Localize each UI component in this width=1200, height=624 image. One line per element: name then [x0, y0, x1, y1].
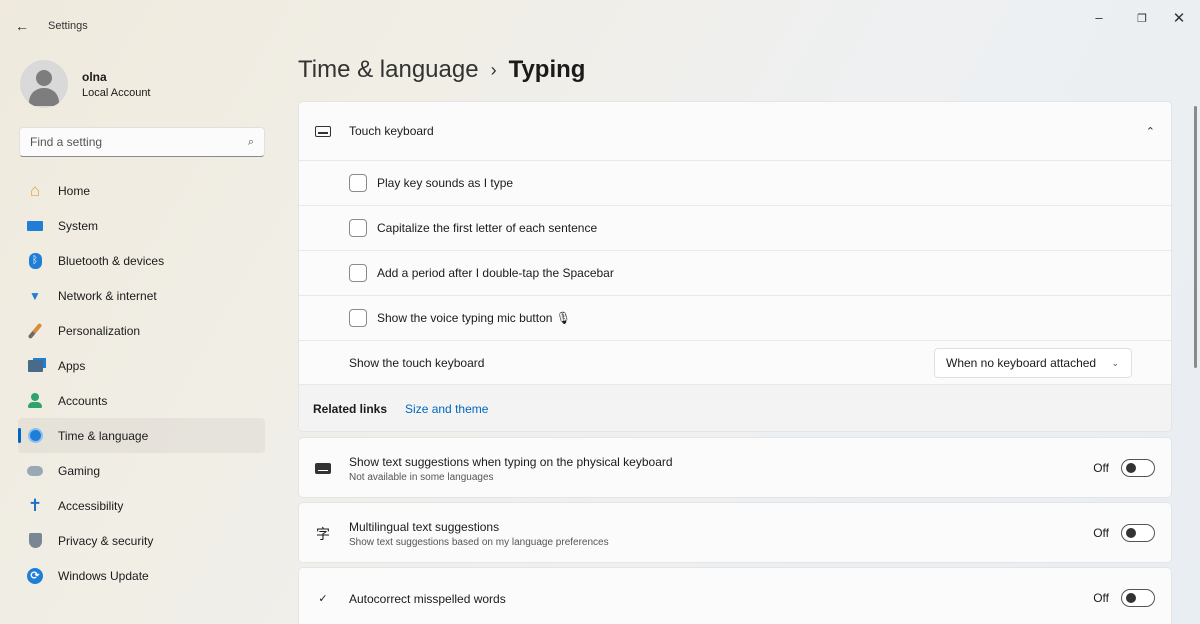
avatar [20, 60, 68, 108]
size-and-theme-link[interactable]: Size and theme [405, 402, 488, 416]
back-button[interactable]: ← [15, 18, 29, 34]
sidebar-item-privacy[interactable]: Privacy & security [18, 523, 265, 558]
sidebar-item-accounts[interactable]: Accounts [18, 383, 265, 418]
user-profile[interactable]: olna Local Account [20, 60, 151, 108]
option-row: Show the voice typing mic button 🎙 [299, 296, 1171, 341]
option-row: Add a period after I double-tap the Spac… [299, 251, 1171, 296]
sidebar-item-label: Time & language [58, 428, 149, 443]
touch-keyboard-card: Touch keyboard ⌃ Play key sounds as I ty… [298, 101, 1172, 432]
sidebar-item-label: Personalization [58, 323, 141, 338]
touch-keyboard-header[interactable]: Touch keyboard ⌃ [299, 102, 1171, 161]
maximize-button[interactable]: ❐ [1127, 12, 1157, 25]
bluetooth-icon: ᛒ [27, 252, 43, 269]
gamepad-icon [27, 463, 43, 479]
globe-clock-icon [27, 428, 43, 444]
sidebar-item-label: Windows Update [58, 568, 149, 583]
toggle-state: Off [1093, 590, 1109, 605]
toggle-state: Off [1093, 525, 1109, 540]
chevron-down-icon: ⌄ [1111, 357, 1119, 368]
sidebar-item-label: Apps [58, 358, 86, 373]
home-icon: ⌂ [29, 180, 41, 200]
system-icon [27, 218, 43, 234]
multilingual-card: 字 Multilingual text suggestions Show tex… [298, 502, 1172, 563]
show-touch-keyboard-row: Show the touch keyboard When no keyboard… [299, 341, 1171, 385]
breadcrumb-separator: › [490, 59, 497, 80]
option-row: Play key sounds as I type [299, 161, 1171, 206]
breadcrumb-parent[interactable]: Time & language [298, 56, 479, 84]
show-touch-keyboard-label: Show the touch keyboard [349, 355, 485, 370]
sidebar-item-accessibility[interactable]: ✝ Accessibility [18, 488, 265, 523]
sidebar-item-label: Accessibility [58, 498, 124, 513]
sidebar-item-label: Gaming [58, 463, 101, 478]
option-label: Add a period after I double-tap the Spac… [377, 266, 614, 280]
sidebar-item-time-language[interactable]: Time & language [18, 418, 265, 453]
profile-name: olna [82, 69, 107, 84]
key-sounds-checkbox[interactable] [349, 174, 367, 192]
sidebar-item-label: System [58, 218, 99, 233]
related-links: Related links Size and theme [299, 385, 1171, 431]
sidebar-item-network[interactable]: ▼ Network & internet [18, 278, 265, 313]
sidebar-nav: ⌂ Home System ᛒ Bluetooth & devices ▼ Ne… [18, 173, 265, 593]
setting-title: Show text suggestions when typing on the… [349, 454, 673, 469]
sidebar-item-gaming[interactable]: Gaming [18, 453, 265, 488]
minimize-button[interactable]: – [1084, 10, 1114, 25]
toggle-state: Off [1093, 460, 1109, 475]
autocorrect-icon: ✓ [318, 593, 328, 605]
sidebar-item-windows-update[interactable]: ⟳ Windows Update [18, 558, 265, 593]
sidebar-item-personalization[interactable]: Personalization [18, 313, 265, 348]
profile-account-type: Local Account [82, 86, 151, 99]
accounts-icon [27, 393, 43, 409]
scrollbar[interactable] [1194, 106, 1197, 368]
setting-subtitle: Show text suggestions based on my langua… [349, 536, 609, 548]
period-checkbox[interactable] [349, 264, 367, 282]
apps-icon [27, 358, 43, 374]
setting-subtitle: Not available in some languages [349, 471, 494, 483]
wifi-icon: ▼ [29, 288, 41, 303]
setting-title: Multilingual text suggestions [349, 519, 500, 534]
option-row: Capitalize the first letter of each sent… [299, 206, 1171, 251]
sidebar-item-home[interactable]: ⌂ Home [18, 173, 265, 208]
search-box[interactable]: ⌕ [19, 127, 265, 157]
keyboard-icon [315, 125, 331, 137]
keyboard-icon [315, 463, 331, 474]
autocorrect-card: ✓ Autocorrect misspelled words Off [298, 567, 1172, 624]
sidebar-item-label: Bluetooth & devices [58, 253, 165, 268]
text-suggestions-card: Show text suggestions when typing on the… [298, 437, 1172, 498]
chevron-up-icon[interactable]: ⌃ [1146, 125, 1155, 138]
text-suggestions-toggle[interactable] [1121, 458, 1155, 477]
sidebar-item-system[interactable]: System [18, 208, 265, 243]
shield-icon [27, 533, 43, 549]
sidebar-item-label: Privacy & security [58, 533, 154, 548]
update-icon: ⟳ [27, 567, 43, 584]
brush-icon [27, 322, 43, 339]
breadcrumb: Time & language › Typing [298, 56, 585, 84]
sidebar-item-label: Home [58, 183, 91, 198]
autocorrect-toggle[interactable] [1121, 588, 1155, 607]
search-input[interactable] [30, 135, 248, 149]
page-title: Typing [508, 56, 586, 83]
close-button[interactable]: ✕ [1164, 9, 1194, 27]
sidebar-item-label: Accounts [58, 393, 108, 408]
show-touch-keyboard-dropdown[interactable]: When no keyboard attached ⌄ [934, 348, 1132, 378]
related-links-title: Related links [313, 401, 388, 416]
sidebar-item-apps[interactable]: Apps [18, 348, 265, 383]
touch-keyboard-title: Touch keyboard [349, 124, 434, 138]
search-icon[interactable]: ⌕ [248, 136, 254, 149]
dropdown-value: When no keyboard attached [946, 356, 1097, 370]
language-icon: 字 [316, 525, 330, 542]
setting-title: Autocorrect misspelled words [349, 591, 506, 606]
option-label: Play key sounds as I type [377, 176, 514, 190]
option-label: Capitalize the first letter of each sent… [377, 221, 598, 235]
sidebar-item-bluetooth[interactable]: ᛒ Bluetooth & devices [18, 243, 265, 278]
option-label: Show the voice typing mic button 🎙 [377, 311, 571, 325]
sidebar-item-label: Network & internet [58, 288, 157, 303]
multilingual-toggle[interactable] [1121, 523, 1155, 542]
voice-mic-checkbox[interactable] [349, 309, 367, 327]
accessibility-icon: ✝ [27, 495, 43, 515]
app-title: Settings [48, 20, 88, 32]
capitalize-checkbox[interactable] [349, 219, 367, 237]
title-bar: ← Settings – ❐ ✕ [0, 0, 1200, 46]
